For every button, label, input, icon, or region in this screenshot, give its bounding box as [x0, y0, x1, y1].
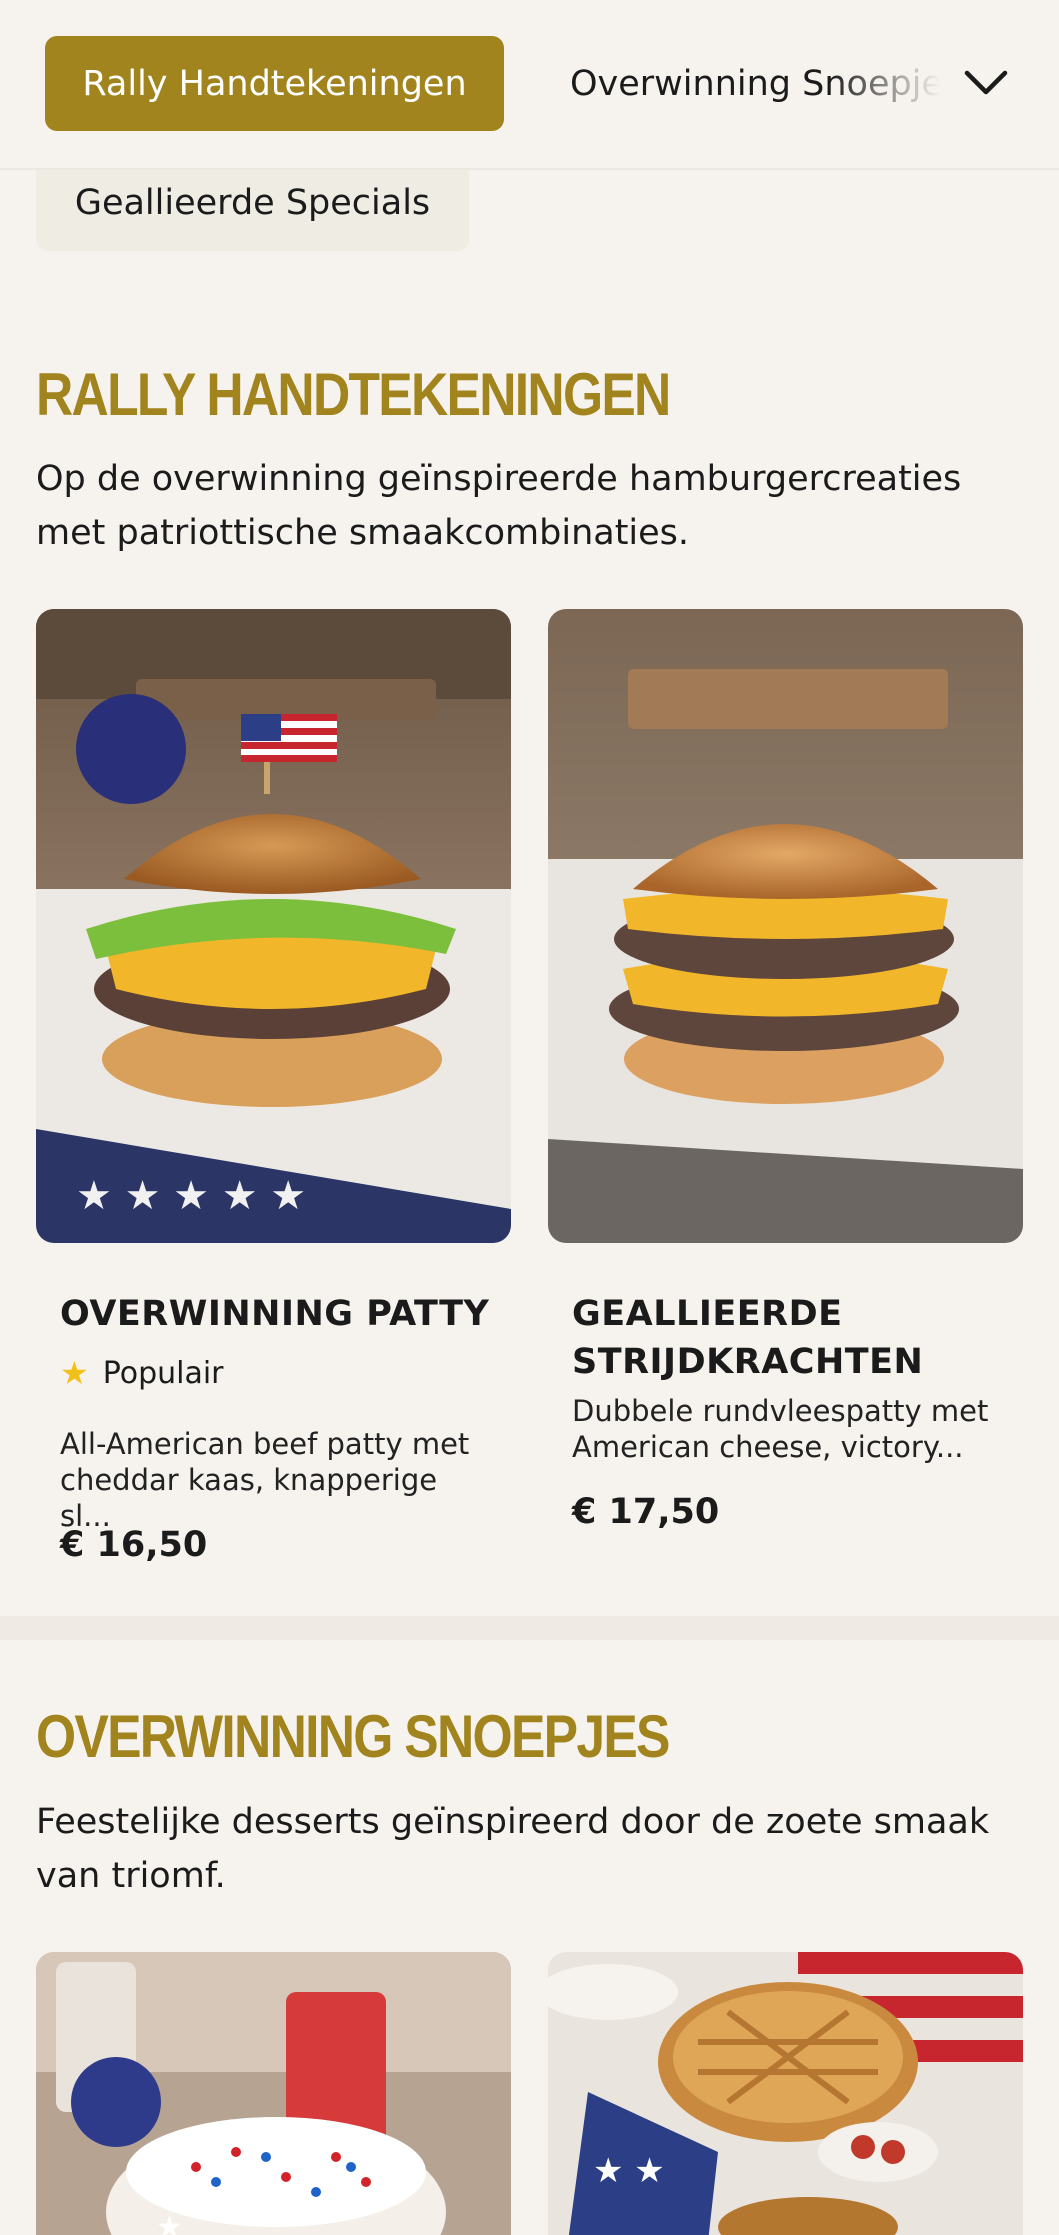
category-nav: Rally Handtekeningen Overwinning Snoepje… [0, 0, 1059, 170]
double-burger-photo[interactable] [548, 609, 1023, 1243]
section-description: Op de overwinning geïnspireerde hamburge… [36, 459, 962, 553]
section-divider [0, 1616, 1059, 1640]
svg-text:★ ★: ★ ★ [593, 2151, 665, 2191]
sprinkle-cake-photo[interactable]: ★ [36, 1952, 511, 2235]
burger-flag-photo[interactable]: ★ ★ ★ ★ ★ [36, 609, 511, 1243]
star-icon: ★ [60, 1354, 89, 1392]
section-title: OVERWINNING SNOEPJES [36, 1703, 670, 1770]
menu-item-description: Dubbele rundvleespatty met American chee… [572, 1394, 989, 1464]
section-description: Feestelijke desserts geïnspireerd door d… [36, 1802, 990, 1896]
menu-item-price: € 16,50 [60, 1525, 208, 1565]
menu-item-description: All-American beef patty met cheddar kaas… [60, 1427, 470, 1533]
svg-text:★: ★ [156, 2210, 183, 2235]
pie-photo[interactable]: ★ ★ [548, 1952, 1023, 2235]
menu-item-price: € 17,50 [572, 1492, 720, 1532]
nav-tab-overwinning-snoepjes[interactable]: Overwinning Snoepjes [570, 36, 940, 131]
popular-badge: ★ Populair [60, 1354, 224, 1392]
chevron-down-icon[interactable] [958, 55, 1014, 111]
badge-label: Populair [102, 1355, 224, 1391]
svg-text:★ ★ ★ ★ ★: ★ ★ ★ ★ ★ [76, 1173, 306, 1219]
nav-tab-rally-handtekeningen[interactable]: Rally Handtekeningen [45, 36, 504, 131]
menu-item-name[interactable]: OVERWINNING PATTY [60, 1290, 490, 1338]
menu-item-name[interactable]: GEALLIEERDE STRIJDKRACHTEN [572, 1290, 1002, 1386]
section-title: RALLY HANDTEKENINGEN [36, 361, 671, 428]
